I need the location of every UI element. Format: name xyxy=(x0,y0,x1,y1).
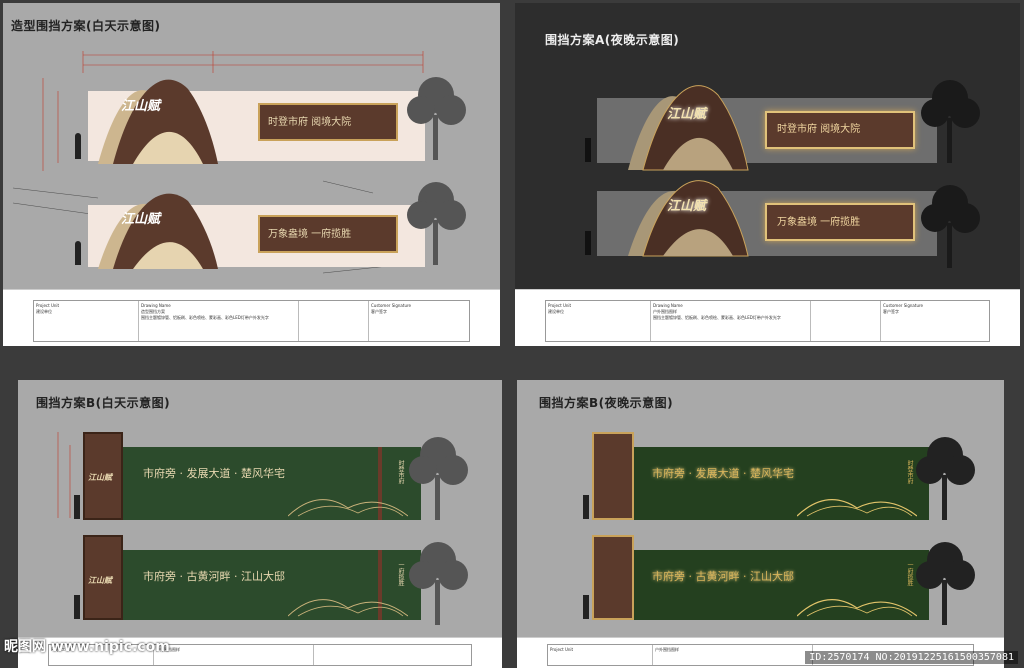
hill-lines-2 xyxy=(288,599,408,617)
title-block-table: Project Unit 建设单位 Drawing Name 户外围挡图样 围挡主题镀… xyxy=(545,300,990,342)
value: 户外围挡图样 xyxy=(655,647,679,652)
brand-logo: 江山赋 xyxy=(667,199,707,214)
sheet-title: 围挡方案A(夜晚示意图) xyxy=(545,33,680,47)
watermark-id: ID:2570174 NO:20191225161500357081 xyxy=(805,651,1018,664)
value: 围挡主题镀锌管、铝板刷、彩色喷绘、蒙彩画、彩色LED灯带户外发光字 xyxy=(653,315,781,320)
sheet-a-day: 造型围挡方案(白天示意图) 江山赋 时登市府 阅境大院 江山赋 万象盎境 一府揽… xyxy=(3,3,500,346)
hill-lines-1 xyxy=(288,499,408,517)
sheet-b-night: 围挡方案B(夜晚示意图) 市府旁 · 发展大道 · 楚风华宅 时登市府 市府旁 … xyxy=(517,380,1004,668)
label: 建设单位 xyxy=(548,309,564,314)
board-main-text-1: 市府旁 · 发展大道 · 楚风华宅 xyxy=(652,467,794,480)
brand-logo: 江山赋 xyxy=(121,212,161,227)
pillar-2 xyxy=(592,535,634,620)
label: 客户签字 xyxy=(371,309,387,314)
tree-silhouette xyxy=(921,80,980,268)
brand-logo: 江山赋 xyxy=(121,99,161,114)
tree-silhouette xyxy=(407,77,466,265)
brand-logo: 江山赋 xyxy=(667,107,707,122)
scroll-text-2: 万象盎境 一府揽胜 xyxy=(268,229,352,240)
brand-logo: 江山赋 xyxy=(88,472,112,482)
title-block: Project Unit 建设单位 Drawing Name 造型围挡方案 围挡主题镀… xyxy=(3,289,500,346)
scroll-text-1: 时登市府 阅境大院 xyxy=(268,117,352,128)
human-silhouette xyxy=(583,595,589,619)
human-silhouette xyxy=(75,133,81,159)
brand-logo: 江山赋 xyxy=(88,575,112,585)
watermark-text: 昵图网 www.nipic.com xyxy=(4,639,170,655)
title-block-table: Project Unit 建设单位 Drawing Name 造型围挡方案 围挡主题镀… xyxy=(33,300,470,342)
pillar-1 xyxy=(592,432,634,520)
board-main-text-2: 市府旁 · 古黄河畔 · 江山大邸 xyxy=(652,570,794,583)
board-main-text-2: 市府旁 · 古黄河畔 · 江山大邸 xyxy=(143,570,285,583)
label: 建设单位 xyxy=(36,309,52,314)
mountain-shape-1 xyxy=(628,85,749,171)
human-silhouette xyxy=(585,231,591,255)
scroll-text-1: 时登市府 阅境大院 xyxy=(777,124,861,135)
scroll-text-2: 万象盎境 一府揽胜 xyxy=(777,217,861,228)
mountain-shape-1 xyxy=(98,79,218,164)
human-silhouette xyxy=(74,595,80,619)
human-silhouette xyxy=(75,241,81,265)
label: Project Unit xyxy=(550,647,574,652)
value: 围挡主题镀锌管、铝板刷、彩色喷绘、蒙彩画、彩色LED灯带户外发光字 xyxy=(141,315,269,320)
sheet-title: 围挡方案B(夜晚示意图) xyxy=(539,396,674,410)
tree-silhouette xyxy=(409,437,468,625)
human-silhouette xyxy=(583,495,589,519)
human-silhouette xyxy=(74,495,80,519)
value: 户外围挡图样 xyxy=(156,647,180,652)
hill-lines-1 xyxy=(797,499,917,517)
hill-lines-2 xyxy=(797,599,917,617)
sheet-a-night: 围挡方案A(夜晚示意图) 江山赋 时登市府 阅境大院 江山赋 万象盎境 一府揽胜… xyxy=(515,3,1020,346)
tree-silhouette xyxy=(916,437,975,625)
sheet-b-day: 围挡方案B(白天示意图) 江山赋 市府旁 · 发展大道 · 楚风华宅 时登市府 … xyxy=(18,380,502,668)
title-block: Project Unit 建设单位 Drawing Name 户外围挡图样 围挡主题镀… xyxy=(515,289,1020,346)
human-silhouette xyxy=(585,138,591,162)
label: 客户签字 xyxy=(883,309,899,314)
board-main-text-1: 市府旁 · 发展大道 · 楚风华宅 xyxy=(143,467,285,480)
